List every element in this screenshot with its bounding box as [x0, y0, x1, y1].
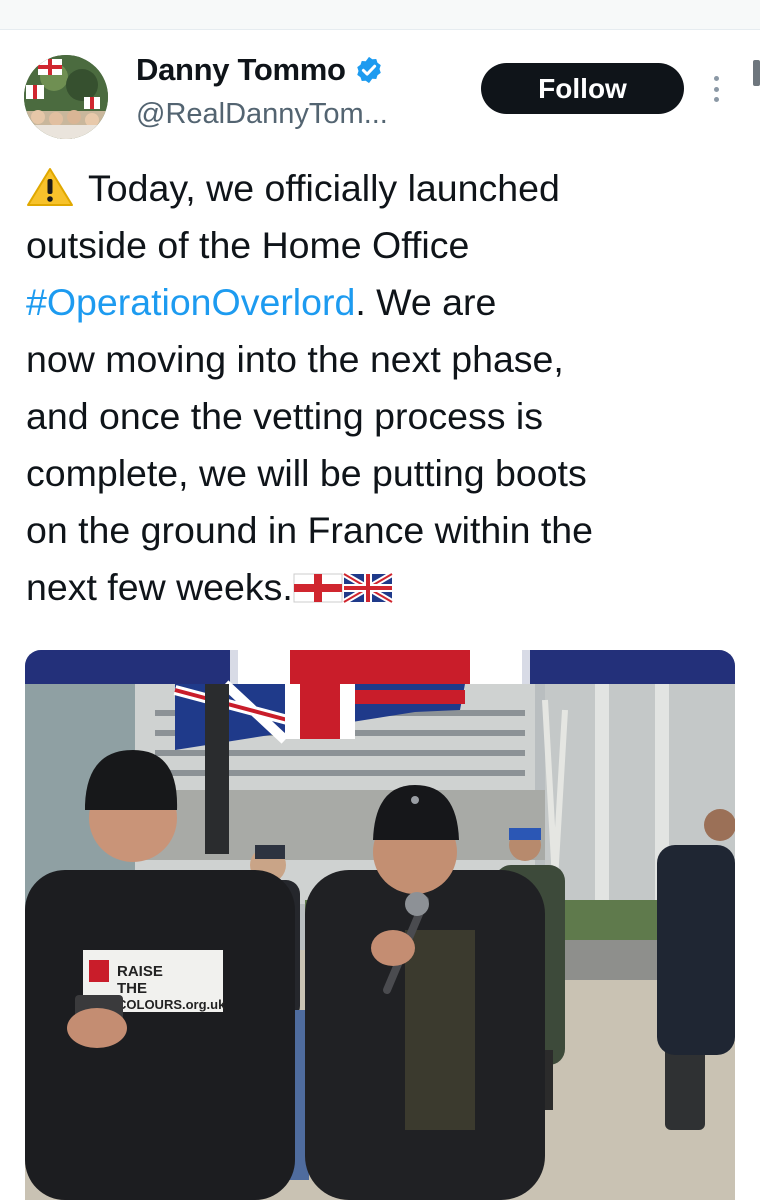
tweet-line-text: on the ground in France within the [26, 509, 594, 551]
tweet-line-text: . We are [355, 281, 497, 323]
warning-icon [26, 166, 74, 206]
union-jack-icon [342, 563, 394, 605]
verified-badge-icon [354, 55, 384, 85]
hashtag-link[interactable]: #OperationOverlord [26, 281, 355, 323]
tweet-line-text: Today, we officially launched [88, 167, 560, 209]
sign-text-line: RAISE [117, 963, 163, 980]
follow-button[interactable]: Follow [481, 63, 684, 114]
avatar[interactable] [24, 55, 108, 139]
author-name-row[interactable]: Danny Tommo [136, 52, 384, 88]
more-options-icon[interactable] [706, 72, 726, 106]
tweet-line: and once the vetting process is [26, 388, 736, 445]
england-flag-icon [293, 563, 343, 603]
top-bar [0, 0, 760, 30]
tweet-text: Today, we officially launched outside of… [26, 160, 736, 616]
tweet-line: outside of the Home Office [26, 217, 736, 274]
tweet-line-text: complete, we will be putting boots [26, 452, 587, 494]
tweet-line-text: outside of the Home Office [26, 224, 470, 266]
tweet-line: next few weeks. [26, 559, 736, 616]
tweet-line: Today, we officially launched [26, 160, 736, 217]
tweet-line-text: next few weeks. [26, 566, 293, 608]
tweet-line-text: now moving into the next phase, [26, 338, 564, 380]
tweet-line: on the ground in France within the [26, 502, 736, 559]
tweet-line-text: and once the vetting process is [26, 395, 543, 437]
scrollbar-thumb[interactable] [753, 60, 760, 86]
tweet-line: #OperationOverlord. We are [26, 274, 736, 331]
tweet-media-video[interactable]: RAISE THE COLOURS.org.uk [25, 650, 735, 1200]
tweet-line: now moving into the next phase, [26, 331, 736, 388]
sign-text-line: THE [117, 980, 147, 997]
tweet-line: complete, we will be putting boots [26, 445, 736, 502]
author-display-name[interactable]: Danny Tommo [136, 52, 346, 88]
author-handle[interactable]: @RealDannyTom... [136, 98, 388, 131]
sign-text-line: COLOURS.org.uk [117, 997, 226, 1012]
